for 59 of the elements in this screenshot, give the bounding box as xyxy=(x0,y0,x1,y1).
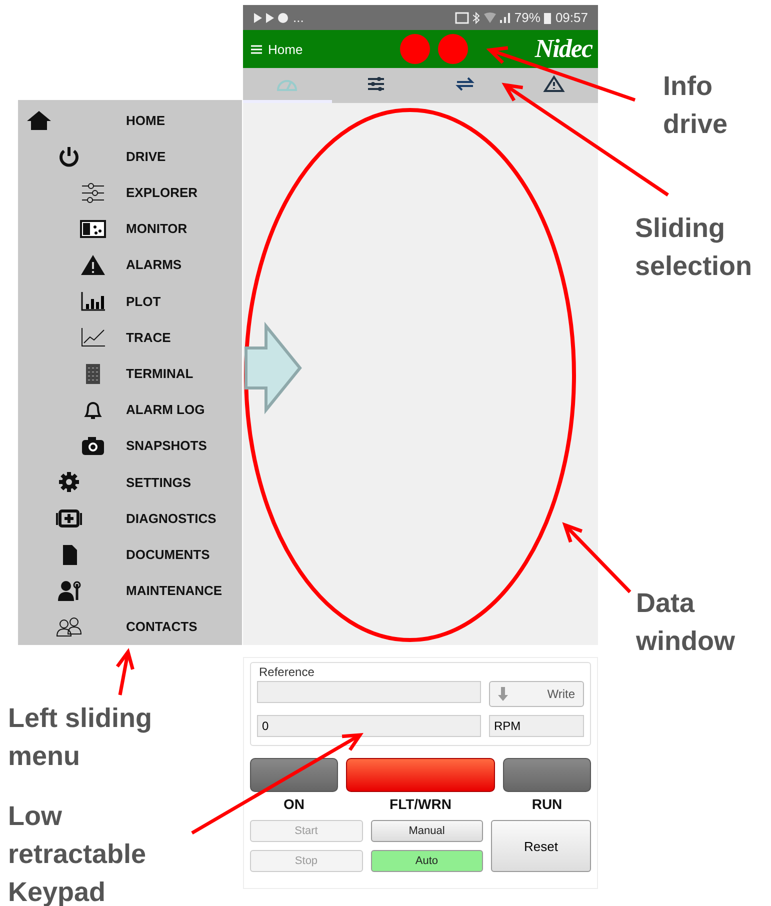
menu-item[interactable]: MAINTENANCE xyxy=(18,572,242,609)
logo: Nidec xyxy=(534,34,592,64)
annotation-label: Info drive xyxy=(663,70,729,141)
worker-icon xyxy=(56,580,82,602)
menu-item[interactable]: DOCUMENTS xyxy=(18,536,242,573)
more-notifications: ... xyxy=(293,10,304,25)
menu-item[interactable]: SNAPSHOTS xyxy=(18,428,242,464)
write-button[interactable]: Write xyxy=(489,681,584,707)
clock: 09:57 xyxy=(555,10,588,25)
swap-arrows-icon xyxy=(454,75,476,93)
warning-icon xyxy=(542,75,565,93)
menu-item[interactable]: ALARM LOG xyxy=(18,392,242,428)
lamp-label: FLT/WRN xyxy=(390,796,452,812)
wifi-icon xyxy=(484,12,496,23)
reset-button[interactable]: Reset xyxy=(491,820,591,872)
down-arrow-icon xyxy=(498,687,508,701)
menu-item[interactable]: DIAGNOSTICS xyxy=(18,500,242,536)
menu-item[interactable]: MONITOR xyxy=(18,210,242,247)
bluetooth-icon xyxy=(473,12,480,24)
people-icon xyxy=(56,616,82,638)
menu-item[interactable]: TRACE xyxy=(18,319,242,356)
cast-icon xyxy=(455,12,470,24)
warning-icon xyxy=(80,254,106,276)
value-field: 0 xyxy=(257,715,481,737)
menu-button[interactable]: Home xyxy=(249,40,305,58)
medical-kit-icon xyxy=(56,507,82,530)
camera-icon xyxy=(80,434,106,457)
bar-chart-icon xyxy=(80,290,106,312)
annotation-label: Left sliding menu xyxy=(8,702,153,773)
menu-item[interactable]: HOME xyxy=(18,102,242,138)
annotation-label: Low retractable Keypad xyxy=(8,800,148,906)
unit-field: RPM xyxy=(489,715,584,737)
menu-item[interactable]: CONTACTS xyxy=(18,608,242,646)
line-chart-icon xyxy=(80,326,106,348)
keypad-button[interactable]: Auto xyxy=(370,850,483,872)
notification-icons xyxy=(253,12,289,24)
home-icon xyxy=(26,109,52,132)
annotation-arrow xyxy=(562,522,632,594)
signal-icon xyxy=(500,12,510,22)
menu-item[interactable]: EXPLORER xyxy=(18,174,242,211)
menu-item[interactable]: TERMINAL xyxy=(18,355,242,392)
group-label: Reference xyxy=(259,665,314,679)
annotation-label: Data window xyxy=(636,587,736,658)
lamp-label: ON xyxy=(284,796,304,812)
annotation-label: Sliding selection xyxy=(635,212,754,283)
lamp-label: RUN xyxy=(532,796,562,812)
menu-item[interactable]: ALARMS xyxy=(18,246,242,284)
input-field[interactable] xyxy=(257,681,481,703)
menu-item[interactable]: PLOT xyxy=(18,283,242,320)
monitor-icon xyxy=(80,218,106,240)
annotation-arrow xyxy=(116,648,134,696)
gear-icon xyxy=(56,471,82,494)
battery-percent: 79% xyxy=(514,10,540,25)
keypad-button[interactable]: Manual xyxy=(370,820,483,842)
sliders-icon xyxy=(80,182,106,204)
menu-icon xyxy=(251,44,262,54)
menu-item[interactable]: SETTINGS xyxy=(18,464,242,500)
battery-icon xyxy=(544,12,552,24)
menu-item[interactable]: DRIVE xyxy=(18,138,242,174)
